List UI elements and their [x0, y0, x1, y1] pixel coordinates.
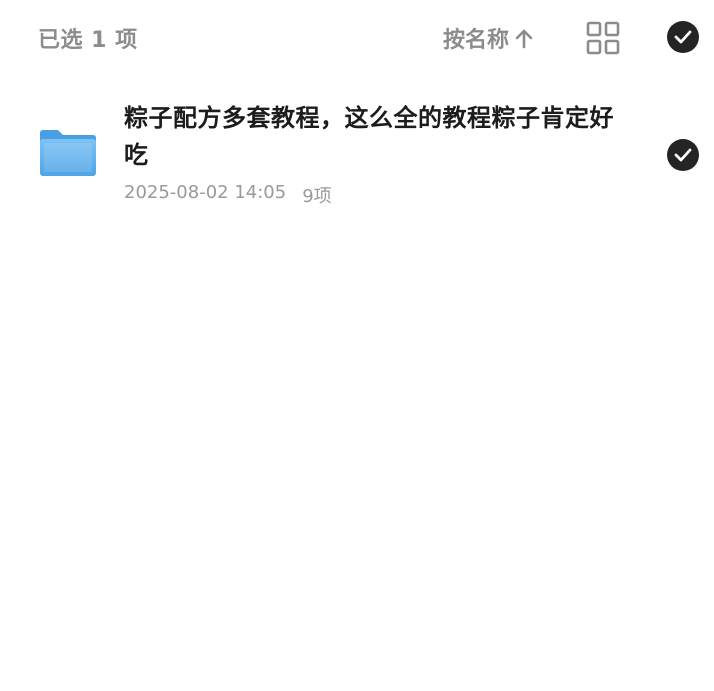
file-meta: 2025-08-02 14:05 9项	[124, 182, 332, 208]
file-date: 2025-08-02 14:05	[124, 182, 287, 203]
select-all-check-icon[interactable]	[667, 21, 699, 53]
file-item-count: 9项	[302, 186, 332, 207]
sort-by-name-button[interactable]: 按名称	[443, 22, 535, 54]
row-check-icon[interactable]	[667, 139, 699, 171]
folder-icon	[38, 128, 98, 178]
file-list-item[interactable]: 粽子配方多套教程，这么全的教程粽子肯定好吃 2025-08-02 14:05 9…	[0, 96, 714, 216]
arrow-up-icon	[513, 26, 535, 50]
sort-label: 按名称	[443, 28, 510, 53]
selection-toolbar: 已选 1 项 按名称	[0, 0, 714, 76]
selected-count-label: 已选 1 项	[38, 28, 138, 53]
grid-view-icon[interactable]	[585, 20, 621, 56]
file-name: 粽子配方多套教程，这么全的教程粽子肯定好吃	[124, 104, 614, 169]
